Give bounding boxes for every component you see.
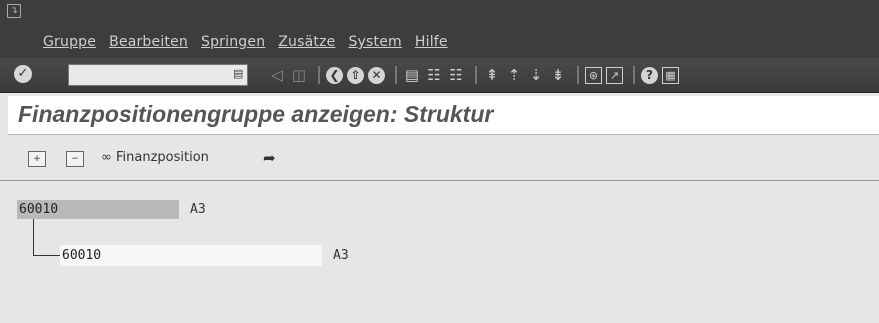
system-menu-icon[interactable]: ↴ <box>7 4 21 18</box>
menu: Gruppe Bearbeiten Springen Zusätze Syste… <box>43 34 461 50</box>
exit-icon[interactable]: ⇧ <box>347 66 364 84</box>
menu-bar: ↴ Gruppe Bearbeiten Springen Zusätze Sys… <box>0 0 879 58</box>
toolbar-separator <box>318 66 320 84</box>
command-field[interactable]: ▤ <box>68 64 248 86</box>
next-page-icon[interactable]: ⇣ <box>527 66 545 84</box>
menu-item-bearbeiten[interactable]: Bearbeiten <box>109 34 188 50</box>
menu-item-zusaetze[interactable]: Zusätze <box>278 34 335 50</box>
first-page-icon[interactable]: ⇞ <box>483 66 501 84</box>
history-dropdown-icon[interactable]: ▤ <box>233 67 243 81</box>
finanzposition-label: Finanzposition <box>115 150 209 165</box>
tree-child-node[interactable]: 60010 <box>60 245 322 266</box>
menu-item-springen[interactable]: Springen <box>201 34 265 50</box>
page-title: Finanzpositionengruppe anzeigen: Struktu… <box>18 101 494 127</box>
finanzposition-button[interactable]: ∞ Finanzposition <box>101 148 209 168</box>
toolbar-separator <box>577 66 579 84</box>
save-icon[interactable]: ◫ <box>290 66 308 84</box>
menu-item-system[interactable]: System <box>348 34 401 50</box>
layout-menu-icon[interactable]: ▦ <box>662 66 679 84</box>
tree-connector <box>33 255 60 256</box>
find-next-icon[interactable]: ☷ <box>447 66 465 84</box>
structure-tree: 60010 A3 60010 A3 <box>0 181 879 323</box>
title-bar: Finanzpositionengruppe anzeigen: Struktu… <box>8 96 879 135</box>
tree-root-node[interactable]: 60010 <box>17 200 179 219</box>
toolbar-separator <box>633 66 635 84</box>
standard-toolbar: ✓ ▤ ◁ ◫ ❮ ⇧ ✕ ▤ ☷ ☷ ⇞ ⇡ ⇣ ⇟ ⊛ ↗ ? ▦ <box>0 58 879 93</box>
enter-icon[interactable]: ✓ <box>14 65 32 83</box>
menu-item-hilfe[interactable]: Hilfe <box>415 34 448 50</box>
cancel-icon[interactable]: ✕ <box>368 66 385 84</box>
new-session-icon[interactable]: ⊛ <box>585 66 602 84</box>
collapse-subtree-icon[interactable]: − <box>66 151 84 167</box>
tree-child-value: A3 <box>333 248 349 263</box>
help-icon[interactable]: ? <box>641 66 658 84</box>
last-page-icon[interactable]: ⇟ <box>549 66 567 84</box>
glasses-icon: ∞ <box>101 150 112 165</box>
application-toolbar: + − ∞ Finanzposition ➦ <box>0 136 879 181</box>
toolbar-icons: ◁ ◫ ❮ ⇧ ✕ ▤ ☷ ☷ ⇞ ⇡ ⇣ ⇟ ⊛ ↗ ? ▦ <box>268 63 683 87</box>
tree-root-value: A3 <box>190 202 206 217</box>
toolbar-separator <box>395 66 397 84</box>
expand-subtree-icon[interactable]: + <box>28 151 46 167</box>
collapse-left-icon[interactable]: ◁ <box>268 66 286 84</box>
shortcut-icon[interactable]: ↗ <box>606 66 623 84</box>
find-icon[interactable]: ☷ <box>425 66 443 84</box>
navigate-icon[interactable]: ➦ <box>263 148 276 168</box>
toolbar-separator <box>475 66 477 84</box>
print-icon[interactable]: ▤ <box>403 66 421 84</box>
back-icon[interactable]: ❮ <box>326 66 343 84</box>
previous-page-icon[interactable]: ⇡ <box>505 66 523 84</box>
tree-connector <box>33 219 34 255</box>
menu-item-gruppe[interactable]: Gruppe <box>43 34 96 50</box>
